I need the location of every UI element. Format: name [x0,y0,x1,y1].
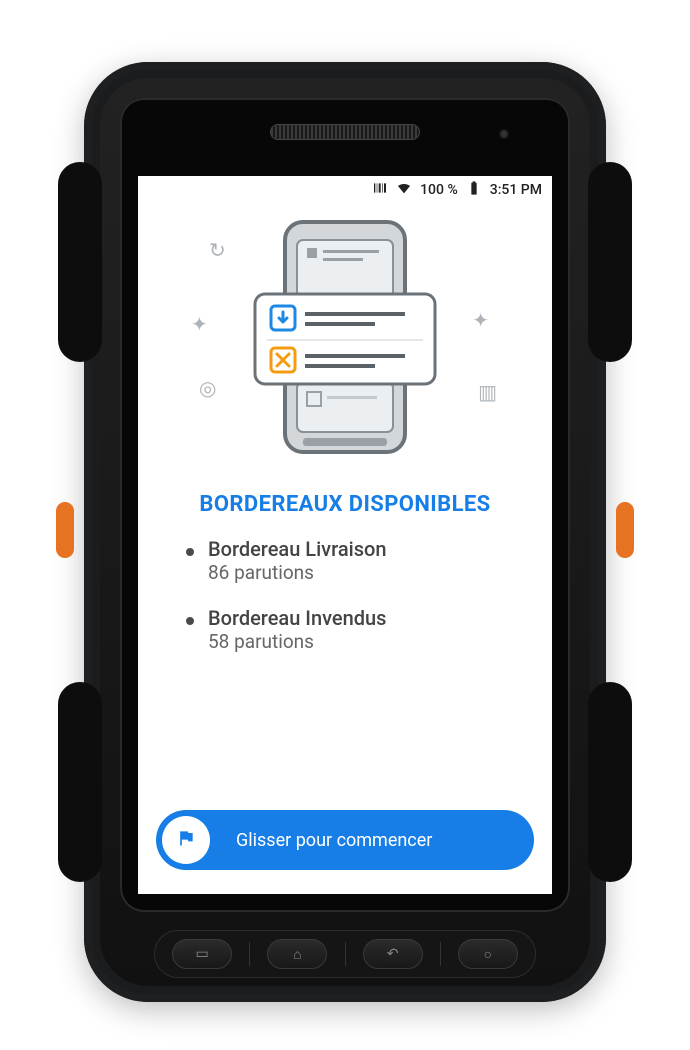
separator [249,942,250,966]
aux-button[interactable]: ○ [458,939,518,969]
front-camera [498,128,510,140]
back-button[interactable]: ↶ [363,939,423,969]
list-item: Bordereau Livraison 86 parutions [186,537,504,584]
bullet-icon [186,548,194,556]
sparkle-icon: ✦ [191,312,208,336]
separator [345,942,346,966]
clock-text: 3:51 PM [490,182,542,198]
status-bar: 100 % 3:51 PM [138,176,552,204]
item-subtitle: 86 parutions [208,561,504,584]
slide-knob[interactable] [162,816,210,864]
speaker-grille [270,124,420,140]
item-title: Bordereau Livraison [208,537,387,561]
grip [588,162,632,362]
slide-to-start[interactable]: Glisser pour commencer [156,810,534,870]
hero-illustration: ↻ ✦ ◎ ✦ ▥ [215,212,475,472]
bordereaux-list: Bordereau Livraison 86 parutions Bordere… [138,537,552,653]
wifi-icon [396,180,412,200]
list-item: Bordereau Invendus 58 parutions [186,606,504,653]
screen: 100 % 3:51 PM [138,176,552,894]
clipboard-icon: ▥ [478,380,497,404]
battery-icon [466,180,482,200]
side-button [616,502,634,558]
hardware-buttons: ▭ ⌂ ↶ ○ [154,930,536,978]
page-title: BORDEREAUX DISPONIBLES [154,492,536,517]
bezel: 100 % 3:51 PM [120,98,570,912]
shield-icon: ◎ [199,376,216,400]
bullet-icon [186,617,194,625]
flag-icon [176,828,196,852]
separator [440,942,441,966]
sparkle-icon: ✦ [472,308,489,332]
item-subtitle: 58 parutions [208,630,504,653]
grip [58,682,102,882]
home-button[interactable]: ⌂ [267,939,327,969]
grip [588,682,632,882]
slide-label: Glisser pour commencer [236,830,432,851]
side-button [56,502,74,558]
refresh-icon: ↻ [209,238,226,262]
item-title: Bordereau Invendus [208,606,386,630]
device-shell: 100 % 3:51 PM [84,62,606,1002]
recent-apps-button[interactable]: ▭ [172,939,232,969]
battery-text: 100 % [420,182,458,198]
barcode-sync-icon [372,180,388,200]
grip [58,162,102,362]
